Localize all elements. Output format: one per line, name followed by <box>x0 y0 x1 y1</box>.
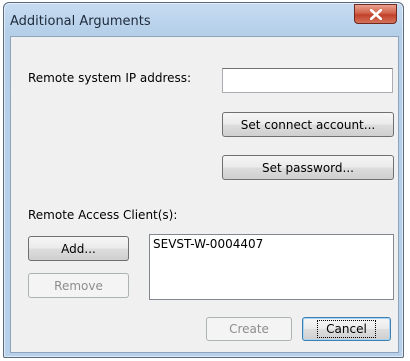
dialog-title: Additional Arguments <box>10 14 151 29</box>
close-icon <box>369 8 382 20</box>
create-button[interactable]: Create <box>206 317 292 341</box>
remote-access-clients-list[interactable]: SEVST-W-0004407 <box>149 234 394 300</box>
set-connect-account-button[interactable]: Set connect account... <box>222 112 394 137</box>
remote-ip-input[interactable] <box>222 68 393 93</box>
remote-access-clients-label: Remote Access Client(s): <box>28 208 178 222</box>
add-button[interactable]: Add... <box>28 236 129 261</box>
list-item[interactable]: SEVST-W-0004407 <box>153 237 390 251</box>
remove-button[interactable]: Remove <box>28 273 129 298</box>
close-button[interactable] <box>354 4 397 24</box>
cancel-button[interactable]: Cancel <box>302 317 391 341</box>
dialog-client-area: Remote system IP address: Set connect ac… <box>10 36 399 353</box>
set-password-button[interactable]: Set password... <box>222 155 394 180</box>
cancel-button-label: Cancel <box>317 320 376 338</box>
remote-ip-label: Remote system IP address: <box>28 71 192 85</box>
dialog-window: Additional Arguments Remote system IP ad… <box>3 2 404 358</box>
